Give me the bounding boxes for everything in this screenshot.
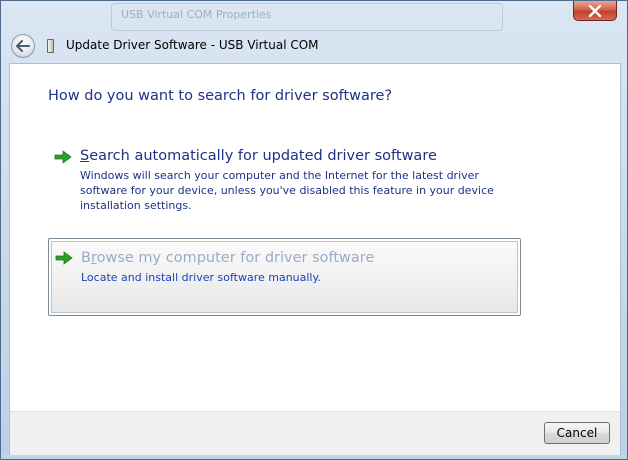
option-title-rest: earch automatically for updated driver s…	[89, 148, 437, 164]
usb-device-icon	[47, 39, 54, 53]
page-heading: How do you want to search for driver sof…	[48, 88, 393, 104]
window-frame-bottom	[1, 455, 627, 459]
title-bar: Update Driver Software - USB Virtual COM	[1, 1, 627, 63]
option-title-rest: owse my computer for driver software	[96, 250, 375, 266]
browse-computer-option[interactable]: Browse my computer for driver software L…	[48, 238, 521, 316]
option-title-first: B	[81, 250, 91, 266]
button-bar: Cancel	[9, 411, 621, 455]
window-title: Update Driver Software - USB Virtual COM	[66, 38, 319, 52]
green-arrow-icon	[54, 150, 72, 164]
search-automatically-option[interactable]: Search automatically for updated driver …	[48, 142, 528, 216]
option-description: Locate and install driver software manua…	[81, 271, 321, 284]
green-arrow-icon	[55, 251, 73, 265]
close-button[interactable]	[573, 1, 617, 21]
close-icon	[588, 4, 602, 17]
back-arrow-icon	[16, 40, 30, 52]
option-title: Search automatically for updated driver …	[80, 148, 437, 164]
option-mnemonic: S	[80, 148, 90, 164]
content-panel: How do you want to search for driver sof…	[9, 63, 621, 411]
cancel-button[interactable]: Cancel	[544, 422, 610, 444]
option-title: Browse my computer for driver software	[81, 250, 374, 266]
dialog-window: USB Virtual COM Properties Update Driver…	[0, 0, 628, 460]
option-description: Windows will search your computer and th…	[80, 169, 494, 212]
back-button[interactable]	[11, 34, 35, 58]
